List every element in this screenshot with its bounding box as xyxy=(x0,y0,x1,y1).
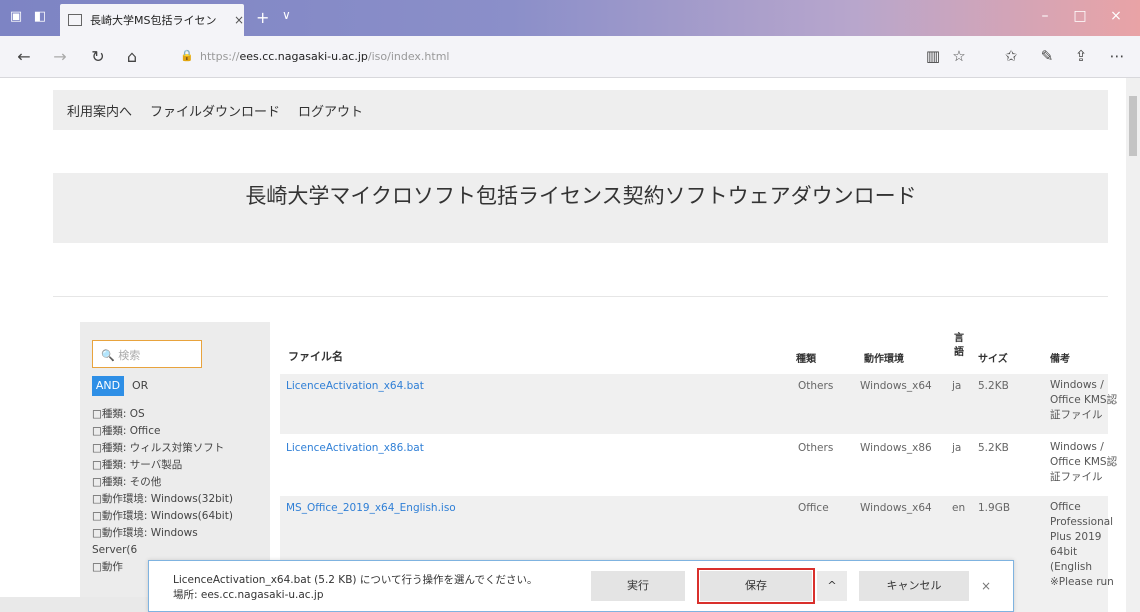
filter-checkbox[interactable]: □種類: その他 xyxy=(92,474,233,491)
forward-icon[interactable]: → xyxy=(50,47,70,66)
title-bar: ▣ ◧ 長崎大学MS包括ライセン × + ∨ – □ × xyxy=(0,0,1140,36)
note-cell: Windows / Office KMS認 証ファイル xyxy=(1050,441,1118,483)
home-icon[interactable]: ⌂ xyxy=(122,47,142,66)
nav-logout-link[interactable]: ログアウト xyxy=(298,101,363,120)
tab-close-icon[interactable]: × xyxy=(234,13,244,27)
run-button[interactable]: 実行 xyxy=(591,571,685,601)
favorites-hub-icon[interactable]: ✩ xyxy=(1000,47,1022,65)
window-close-icon[interactable]: × xyxy=(1106,8,1126,24)
header-note[interactable]: 備考 xyxy=(1050,350,1070,365)
navigation-bar: ← → ↻ ⌂ 🔒 https://ees.cc.nagasaki-u.ac.j… xyxy=(0,36,1140,78)
note-cell: Office Professional Plus 2019 64bit (Eng… xyxy=(1050,501,1114,588)
filter-list: □種類: OS □種類: Office □種類: ウィルス対策ソフト □種類: … xyxy=(92,406,233,576)
filter-checkbox[interactable]: □動作環境: Windows xyxy=(92,525,233,542)
download-bar: LicenceActivation_x64.bat (5.2 KB) について行… xyxy=(148,560,1014,612)
minimize-icon[interactable]: – xyxy=(1035,8,1055,24)
file-link[interactable]: LicenceActivation_x64.bat xyxy=(286,380,424,392)
header-type[interactable]: 種類 xyxy=(796,350,816,365)
env-cell: Windows_x64 xyxy=(860,502,932,514)
cancel-button[interactable]: キャンセル xyxy=(859,571,969,601)
header-filename[interactable]: ファイル名 xyxy=(288,348,343,364)
url-text: https://ees.cc.nagasaki-u.ac.jp/iso/inde… xyxy=(200,50,450,63)
close-download-icon[interactable]: × xyxy=(981,579,991,593)
or-button[interactable]: OR xyxy=(132,376,148,396)
filter-checkbox[interactable]: □種類: ウィルス対策ソフト xyxy=(92,440,233,457)
type-cell: Others xyxy=(798,442,834,454)
filter-checkbox[interactable]: □動作環境: Windows(64bit) xyxy=(92,508,233,525)
header-lang[interactable]: 言語 xyxy=(954,332,964,360)
web-note-icon[interactable]: ✎ xyxy=(1036,47,1058,65)
tabs-aside-icon[interactable]: ▣ xyxy=(8,9,24,25)
refresh-icon[interactable]: ↻ xyxy=(88,47,108,66)
share-icon[interactable]: ⇪ xyxy=(1070,47,1092,65)
nav-guide-link[interactable]: 利用案内へ xyxy=(67,101,132,120)
divider xyxy=(53,296,1108,297)
browser-tab[interactable]: 長崎大学MS包括ライセン × xyxy=(60,4,244,36)
page-content: 利用案内へ ファイルダウンロード ログアウト 長崎大学マイクロソフト包括ライセン… xyxy=(0,78,1126,612)
horizontal-scrollbar[interactable] xyxy=(0,597,150,612)
search-placeholder: 検索 xyxy=(118,349,141,362)
size-cell: 5.2KB xyxy=(978,380,1009,392)
filter-checkbox[interactable]: □種類: Office xyxy=(92,423,233,440)
download-question: LicenceActivation_x64.bat (5.2 KB) について行… xyxy=(173,574,538,586)
hero-banner: 長崎大学マイクロソフト包括ライセンス契約ソフトウェアダウンロード xyxy=(53,173,1108,243)
download-message: LicenceActivation_x64.bat (5.2 KB) について行… xyxy=(173,573,538,603)
vertical-scrollbar[interactable] xyxy=(1126,78,1140,612)
size-cell: 5.2KB xyxy=(978,442,1009,454)
and-button[interactable]: AND xyxy=(92,376,124,396)
maximize-icon[interactable]: □ xyxy=(1070,8,1090,24)
search-input[interactable]: 🔍 検索 xyxy=(92,340,202,368)
search-icon: 🔍 xyxy=(101,349,115,362)
filter-checkbox[interactable]: □種類: サーバ製品 xyxy=(92,457,233,474)
lock-icon: 🔒 xyxy=(180,49,194,62)
lang-cell: ja xyxy=(952,380,962,392)
size-cell: 1.9GB xyxy=(978,502,1011,514)
env-cell: Windows_x86 xyxy=(860,442,932,454)
back-icon[interactable]: ← xyxy=(14,47,34,66)
table-row: LicenceActivation_x86.bat Others Windows… xyxy=(280,436,1117,494)
browser-window: ▣ ◧ 長崎大学MS包括ライセン × + ∨ – □ × ← → ↻ ⌂ 🔒 h… xyxy=(0,0,1140,612)
favorite-star-icon[interactable]: ☆ xyxy=(948,47,970,65)
tab-preview-icon[interactable]: ∨ xyxy=(282,8,291,22)
type-cell: Office xyxy=(798,502,829,514)
reading-view-icon[interactable]: ▥ xyxy=(922,47,944,65)
type-cell: Others xyxy=(798,380,834,392)
header-env[interactable]: 動作環境 xyxy=(864,350,904,365)
new-tab-icon[interactable]: + xyxy=(256,8,269,27)
address-bar[interactable]: 🔒 https://ees.cc.nagasaki-u.ac.jp/iso/in… xyxy=(172,45,912,69)
filter-checkbox[interactable]: □動作環境: Windows(32bit) xyxy=(92,491,233,508)
nav-download-link[interactable]: ファイルダウンロード xyxy=(150,101,280,120)
table-row: LicenceActivation_x64.bat Others Windows… xyxy=(280,374,1117,434)
header-size[interactable]: サイズ xyxy=(978,350,1008,365)
save-button[interactable]: 保存 xyxy=(697,568,815,604)
site-nav: 利用案内へ ファイルダウンロード ログアウト xyxy=(53,90,1108,130)
file-link[interactable]: MS_Office_2019_x64_English.iso xyxy=(286,502,456,514)
lang-cell: en xyxy=(952,502,966,514)
download-source: 場所: ees.cc.nagasaki-u.ac.jp xyxy=(173,589,324,601)
lang-cell: ja xyxy=(952,442,962,454)
tab-title: 長崎大学MS包括ライセン xyxy=(90,14,217,27)
page-icon xyxy=(68,14,82,26)
env-cell: Windows_x64 xyxy=(860,380,932,392)
page-title: 長崎大学マイクロソフト包括ライセンス契約ソフトウェアダウンロード xyxy=(245,184,917,208)
file-link[interactable]: LicenceActivation_x86.bat xyxy=(286,442,424,454)
save-options-chevron-icon[interactable]: ^ xyxy=(817,571,847,601)
scrollbar-thumb[interactable] xyxy=(1129,96,1137,156)
filter-checkbox[interactable]: Server(6 xyxy=(92,542,233,559)
back-tabs-icon[interactable]: ◧ xyxy=(32,9,48,25)
note-cell: Windows / Office KMS認 証ファイル xyxy=(1050,379,1118,421)
filter-checkbox[interactable]: □種類: OS xyxy=(92,406,233,423)
more-icon[interactable]: ⋯ xyxy=(1106,47,1128,65)
